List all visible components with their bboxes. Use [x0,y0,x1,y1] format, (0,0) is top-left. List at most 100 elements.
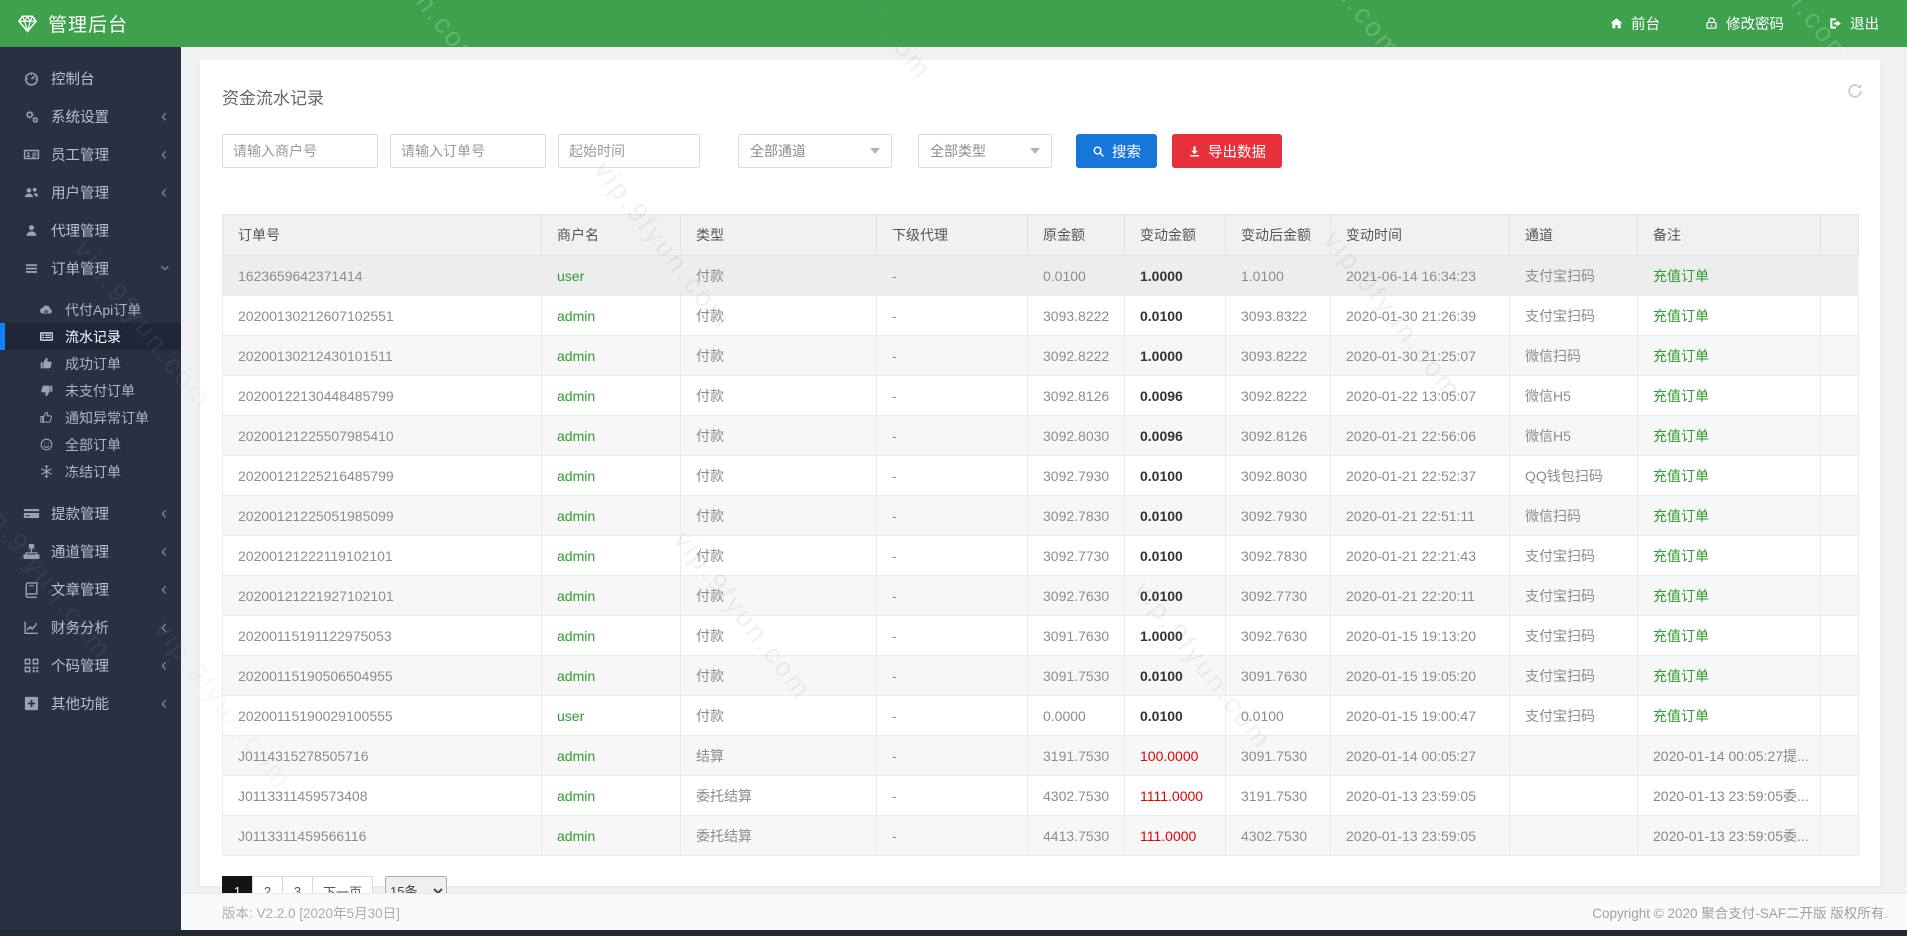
cell-remark[interactable]: 充值订单 [1638,416,1821,456]
chevron-icon: ‹ [161,580,167,598]
cell-extra [1821,336,1859,376]
table-row[interactable]: 20200121225051985099 admin 付款 - 3092.783… [223,496,1859,536]
cell-change-time: 2020-01-15 19:13:20 [1331,616,1510,656]
cell-remark[interactable]: 充值订单 [1638,576,1821,616]
table-row[interactable]: 20200115190506504955 admin 付款 - 3091.753… [223,656,1859,696]
cell-remark[interactable]: 充值订单 [1638,696,1821,736]
cell-extra [1821,736,1859,776]
table-row[interactable]: 20200121222119102101 admin 付款 - 3092.773… [223,536,1859,576]
cell-remark[interactable]: 充值订单 [1638,536,1821,576]
cell-remark[interactable]: 充值订单 [1638,456,1821,496]
sidebar-item[interactable]: 提款管理 ‹ [0,494,181,532]
cell-order-no: 20200115190506504955 [223,656,542,696]
sidebar-item[interactable]: 代付Api订单 ‹ [0,296,181,323]
export-button[interactable]: 导出数据 [1172,134,1282,168]
cell-sub-agent: - [877,656,1028,696]
app-brand[interactable]: 管理后台 [0,10,128,37]
cell-type: 付款 [681,296,877,336]
table-row[interactable]: J0113311459573408 admin 委托结算 - 4302.7530… [223,776,1859,816]
sidebar-item-label: 成功订单 [65,354,121,374]
top-nav-item[interactable]: 前台 [1609,13,1660,34]
sidebar-item[interactable]: 控制台 ‹ [0,59,181,97]
sidebar-item[interactable]: 个码管理 ‹ [0,646,181,684]
sidebar-item[interactable]: 其他功能 ‹ [0,684,181,722]
sidebar-item[interactable]: 员工管理 ‹ [0,135,181,173]
sidebar-item[interactable]: 未支付订单 ‹ [0,377,181,404]
table-row[interactable]: J0113311459566116 admin 委托结算 - 4413.7530… [223,816,1859,856]
cell-sub-agent: - [877,696,1028,736]
table-row[interactable]: 20200121221927102101 admin 付款 - 3092.763… [223,576,1859,616]
cell-channel: 微信H5 [1510,376,1638,416]
sidebar-item-label: 提款管理 [51,503,109,524]
sidebar-item[interactable]: 冻结订单 ‹ [0,458,181,485]
cell-remark[interactable]: 充值订单 [1638,616,1821,656]
cell-remark[interactable]: 充值订单 [1638,296,1821,336]
cell-remark[interactable]: 充值订单 [1638,656,1821,696]
thumbs-up-outline-icon [39,410,54,425]
table-row[interactable]: 20200121225507985410 admin 付款 - 3092.803… [223,416,1859,456]
search-button[interactable]: 搜索 [1076,134,1157,168]
sidebar-item[interactable]: 文章管理 ‹ [0,570,181,608]
gears-icon [23,108,40,125]
cell-remark[interactable]: 充值订单 [1638,336,1821,376]
type-select[interactable]: 全部类型 [918,134,1052,168]
table-row[interactable]: 20200115191122975053 admin 付款 - 3091.763… [223,616,1859,656]
table-row[interactable]: J0114315278505716 admin 结算 - 3191.7530 1… [223,736,1859,776]
table-row[interactable]: 1623659642371414 user 付款 - 0.0100 1.0000… [223,256,1859,296]
start-time-input[interactable] [558,134,700,168]
cell-remark[interactable]: 充值订单 [1638,376,1821,416]
table-row[interactable]: 20200115190029100555 user 付款 - 0.0000 0.… [223,696,1859,736]
order-input[interactable] [390,134,546,168]
cell-remark[interactable]: 充值订单 [1638,256,1821,296]
cell-remark[interactable]: 2020-01-13 23:59:05委... [1638,816,1821,856]
sidebar-item[interactable]: 通知异常订单 ‹ [0,404,181,431]
cell-sub-agent: - [877,256,1028,296]
table-row[interactable]: 20200130212607102551 admin 付款 - 3093.822… [223,296,1859,336]
cell-extra [1821,776,1859,816]
sidebar-item[interactable]: 用户管理 ‹ [0,173,181,211]
sidebar-item[interactable]: 系统设置 ‹ [0,97,181,135]
sidebar-item[interactable]: 流水记录 ‹ [0,323,181,350]
book-icon [23,581,40,598]
cell-extra [1821,296,1859,336]
table-row[interactable]: 20200122130448485799 admin 付款 - 3092.812… [223,376,1859,416]
refresh-icon[interactable] [1846,82,1864,100]
bottom-strip [0,930,1907,936]
table-row[interactable]: 20200130212430101511 admin 付款 - 3092.822… [223,336,1859,376]
cell-type: 付款 [681,456,877,496]
cell-remark[interactable]: 2020-01-13 23:59:05委... [1638,776,1821,816]
cell-change-time: 2020-01-15 19:00:47 [1331,696,1510,736]
cell-orig-amount: 0.0000 [1028,696,1125,736]
cell-after-amount: 3092.8030 [1226,456,1331,496]
column-header [1821,215,1859,256]
cell-change-time: 2020-01-13 23:59:05 [1331,816,1510,856]
merchant-input[interactable] [222,134,378,168]
cell-change-time: 2020-01-13 23:59:05 [1331,776,1510,816]
cell-orig-amount: 3092.7630 [1028,576,1125,616]
sidebar-item[interactable]: 财务分析 ‹ [0,608,181,646]
home-icon [1609,16,1624,31]
sidebar-item-label: 全部订单 [65,435,121,455]
cell-change-amount: 1111.0000 [1125,776,1226,816]
cell-channel: 支付宝扫码 [1510,256,1638,296]
sidebar-item[interactable]: 全部订单 ‹ [0,431,181,458]
cell-sub-agent: - [877,456,1028,496]
cell-orig-amount: 3092.8030 [1028,416,1125,456]
sidebar-item-label: 财务分析 [51,617,109,638]
cell-extra [1821,656,1859,696]
cell-remark[interactable]: 充值订单 [1638,496,1821,536]
sidebar-item[interactable]: 成功订单 ‹ [0,350,181,377]
sidebar-item[interactable]: 订单管理 ‹ [0,249,181,287]
cell-order-no: 20200121221927102101 [223,576,542,616]
top-nav-item[interactable]: 退出 [1828,13,1879,34]
sidebar-item[interactable]: 代理管理 ‹ [0,211,181,249]
cell-remark[interactable]: 2020-01-14 00:05:27提... [1638,736,1821,776]
sidebar-item[interactable]: 通道管理 ‹ [0,532,181,570]
top-nav-item[interactable]: 修改密码 [1704,13,1784,34]
cell-after-amount: 3091.7630 [1226,656,1331,696]
cell-extra [1821,256,1859,296]
channel-select[interactable]: 全部通道 [738,134,892,168]
cell-extra [1821,456,1859,496]
credit-card-icon [23,505,40,522]
table-row[interactable]: 20200121225216485799 admin 付款 - 3092.793… [223,456,1859,496]
